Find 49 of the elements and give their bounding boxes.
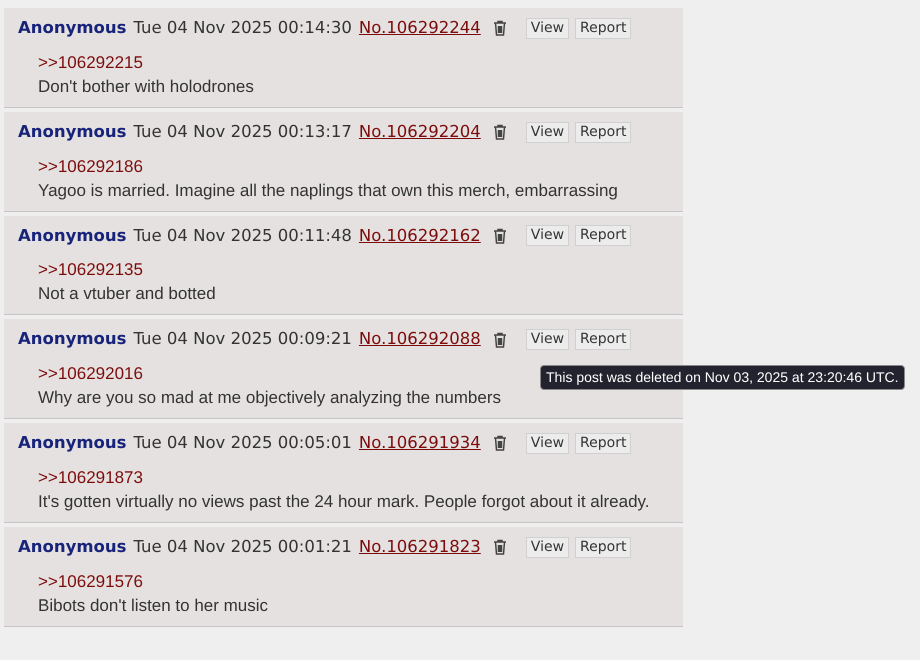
poster-name: Anonymous	[18, 120, 126, 143]
post-date: Tue 04 Nov 2025 00:01:21	[133, 536, 352, 558]
post-text: It's gotten virtually no views past the 24 hour mark. People forgot about it already.	[38, 490, 650, 513]
report-button[interactable]: Report	[575, 536, 632, 558]
view-button[interactable]: View	[526, 18, 570, 39]
post-number-link[interactable]: No.106292244	[358, 16, 481, 41]
post-date: Tue 04 Nov 2025 00:05:01	[133, 432, 352, 454]
report-button[interactable]: Report	[575, 225, 632, 246]
report-button[interactable]: Report	[575, 432, 632, 454]
post-date: Tue 04 Nov 2025 00:11:48	[133, 224, 352, 246]
delete-icon[interactable]	[492, 332, 507, 348]
poster-name: Anonymous	[18, 432, 126, 454]
post-text: Yagoo is married. Imagine all the naplings that own this merch, embarrassing	[38, 180, 619, 202]
quote-link[interactable]: >>106292186	[38, 154, 143, 178]
delete-icon[interactable]	[492, 539, 507, 556]
poster-name: Anonymous	[18, 17, 126, 39]
tooltip: This post was deleted on Nov 03, 2025 at 23:20:46 UTC.	[540, 365, 905, 390]
delete-icon[interactable]	[492, 20, 507, 36]
post-number-link[interactable]: No.106291823	[358, 534, 481, 560]
view-button[interactable]: View	[526, 225, 570, 246]
view-button[interactable]: View	[526, 122, 570, 143]
poster-name: Anonymous	[18, 536, 126, 558]
post-text: Not a vtuber and botted	[38, 283, 217, 306]
delete-icon[interactable]	[492, 435, 507, 452]
post-number-link[interactable]: No.106292204	[358, 120, 481, 144]
view-button[interactable]: View	[526, 329, 570, 350]
view-button[interactable]: View	[526, 432, 570, 454]
view-button[interactable]: View	[526, 536, 570, 558]
poster-name: Anonymous	[18, 224, 126, 247]
report-button[interactable]: Report	[575, 18, 632, 39]
quote-link[interactable]: >>106292135	[38, 258, 143, 282]
delete-icon[interactable]	[492, 124, 507, 140]
post-number-link[interactable]: No.106291934	[358, 431, 481, 456]
post-date: Tue 04 Nov 2025 00:09:21	[133, 328, 352, 350]
post-date: Tue 04 Nov 2025 00:13:17	[133, 120, 352, 143]
quote-link[interactable]: >>106292215	[38, 50, 143, 75]
post-date: Tue 04 Nov 2025 00:14:30	[133, 17, 352, 39]
quote-link[interactable]: >>106292016	[38, 362, 143, 386]
quote-link[interactable]: >>106291873	[38, 466, 143, 490]
post-text: Bibots don't listen to her music	[38, 594, 270, 616]
report-button[interactable]: Report	[575, 329, 632, 350]
post-number-link[interactable]: No.106292088	[358, 327, 481, 352]
delete-icon[interactable]	[492, 228, 507, 244]
quote-link[interactable]: >>106291576	[38, 570, 143, 594]
report-button[interactable]: Report	[575, 122, 632, 143]
poster-name: Anonymous	[18, 328, 126, 350]
post-text: Why are you so mad at me objectively analyzing the numbers	[38, 387, 502, 409]
post-text: Don't bother with holodrones	[38, 76, 255, 98]
post-number-link[interactable]: No.106292162	[358, 224, 481, 248]
